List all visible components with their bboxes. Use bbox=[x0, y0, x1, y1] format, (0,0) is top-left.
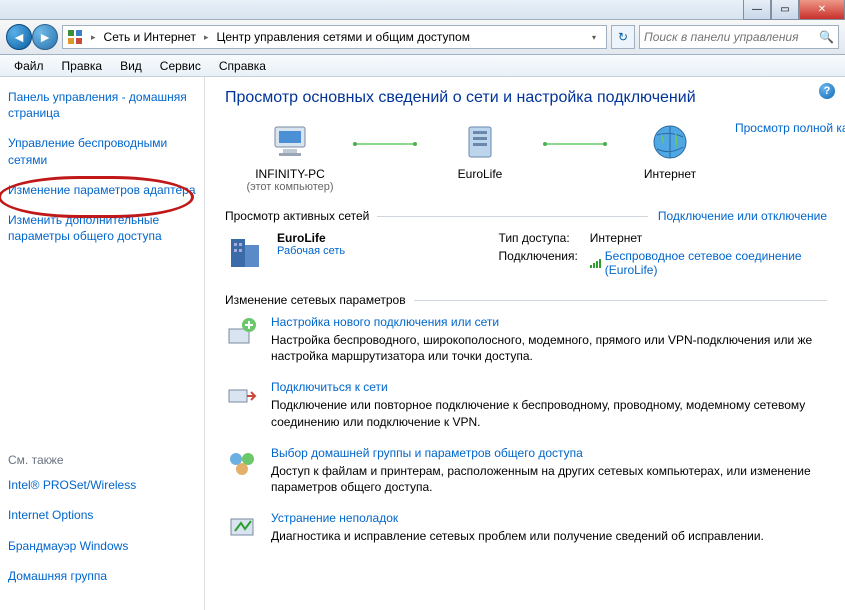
see-also-intel[interactable]: Intel® PROSet/Wireless bbox=[8, 477, 196, 493]
task-desc: Диагностика и исправление сетевых пробле… bbox=[271, 528, 764, 544]
content-area: Панель управления - домашняя страница Уп… bbox=[0, 77, 845, 610]
section-label: Просмотр активных сетей bbox=[225, 209, 369, 223]
globe-icon bbox=[649, 121, 691, 163]
task-link[interactable]: Выбор домашней группы и параметров общег… bbox=[271, 446, 583, 460]
task-desc: Настройка беспроводного, широкополосного… bbox=[271, 332, 827, 364]
sidebar-link-wireless[interactable]: Управление беспроводными сетями bbox=[8, 135, 196, 167]
task-desc: Доступ к файлам и принтерам, расположенн… bbox=[271, 463, 827, 495]
task-new-connection: Настройка нового подключения или сети На… bbox=[225, 315, 827, 364]
address-bar[interactable]: ▸ Сеть и Интернет ▸ Центр управления сет… bbox=[62, 25, 607, 49]
active-networks-header: Просмотр активных сетей Подключение или … bbox=[225, 209, 827, 223]
back-button[interactable]: ◄ bbox=[6, 24, 32, 50]
network-map: INFINITY-PC (этот компьютер) EuroLife Ин… bbox=[225, 121, 827, 193]
task-link[interactable]: Подключиться к сети bbox=[271, 380, 388, 394]
see-also-firewall[interactable]: Брандмауэр Windows bbox=[8, 538, 196, 554]
breadcrumb-sep-icon: ▸ bbox=[202, 32, 211, 43]
node-sublabel: (этот компьютер) bbox=[225, 181, 355, 193]
troubleshoot-icon bbox=[225, 511, 259, 545]
connection-line-icon bbox=[355, 143, 415, 145]
search-icon[interactable]: 🔍 bbox=[819, 30, 834, 44]
minimize-button[interactable]: — bbox=[743, 0, 771, 20]
network-type-link[interactable]: Рабочая сеть bbox=[277, 245, 345, 257]
menu-view[interactable]: Вид bbox=[112, 57, 150, 75]
see-also-internet-options[interactable]: Internet Options bbox=[8, 507, 196, 523]
menu-file[interactable]: Файл bbox=[6, 57, 52, 75]
node-this-pc: INFINITY-PC (этот компьютер) bbox=[225, 121, 355, 193]
breadcrumb-sep-icon: ▸ bbox=[89, 32, 98, 43]
connection-link-text: Беспроводное сетевое соединение (EuroLif… bbox=[605, 249, 827, 277]
address-dropdown-icon[interactable]: ▾ bbox=[586, 33, 602, 42]
forward-button[interactable]: ► bbox=[32, 24, 58, 50]
section-label: Изменение сетевых параметров bbox=[225, 293, 406, 307]
homegroup-icon bbox=[225, 446, 259, 480]
search-box[interactable]: 🔍 bbox=[639, 25, 839, 49]
connection-link[interactable]: Беспроводное сетевое соединение (EuroLif… bbox=[590, 249, 827, 277]
maximize-button[interactable]: ▭ bbox=[771, 0, 799, 20]
sidebar-link-adapter-settings[interactable]: Изменение параметров адаптера bbox=[8, 182, 196, 198]
sidebar: Панель управления - домашняя страница Уп… bbox=[0, 77, 205, 610]
task-link[interactable]: Настройка нового подключения или сети bbox=[271, 315, 499, 329]
search-input[interactable] bbox=[644, 30, 819, 44]
node-internet: Интернет bbox=[605, 121, 735, 181]
node-label: Интернет bbox=[605, 167, 735, 181]
node-label: INFINITY-PC bbox=[225, 167, 355, 181]
task-desc: Подключение или повторное подключение к … bbox=[271, 397, 827, 429]
close-button[interactable]: ✕ bbox=[799, 0, 845, 20]
detail-key: Подключения: bbox=[499, 249, 578, 277]
server-icon bbox=[459, 121, 501, 163]
connection-line-icon bbox=[545, 143, 605, 145]
page-title: Просмотр основных сведений о сети и наст… bbox=[225, 89, 827, 107]
refresh-button[interactable]: ↻ bbox=[611, 25, 635, 49]
menu-bar: Файл Правка Вид Сервис Справка bbox=[0, 55, 845, 77]
see-also-label: См. также bbox=[8, 453, 196, 467]
network-building-icon bbox=[225, 231, 267, 273]
network-name: EuroLife bbox=[277, 231, 345, 245]
view-full-map-link[interactable]: Просмотр полной карты bbox=[735, 121, 845, 135]
see-also-homegroup[interactable]: Домашняя группа bbox=[8, 568, 196, 584]
computer-icon bbox=[269, 121, 311, 163]
task-link[interactable]: Устранение неполадок bbox=[271, 511, 398, 525]
window-buttons: — ▭ ✕ bbox=[743, 0, 845, 19]
change-settings-header: Изменение сетевых параметров bbox=[225, 293, 827, 307]
menu-edit[interactable]: Правка bbox=[54, 57, 111, 75]
main-panel: ? Просмотр основных сведений о сети и на… bbox=[205, 77, 845, 610]
menu-help[interactable]: Справка bbox=[211, 57, 274, 75]
window-titlebar: — ▭ ✕ bbox=[0, 0, 845, 20]
breadcrumb-item[interactable]: Сеть и Интернет bbox=[104, 30, 196, 44]
menu-service[interactable]: Сервис bbox=[152, 57, 209, 75]
breadcrumb-item[interactable]: Центр управления сетями и общим доступом bbox=[216, 30, 470, 44]
node-network: EuroLife bbox=[415, 121, 545, 181]
active-network-row: EuroLife Рабочая сеть Тип доступа: Интер… bbox=[225, 231, 827, 277]
detail-key: Тип доступа: bbox=[499, 231, 578, 245]
task-troubleshoot: Устранение неполадок Диагностика и испра… bbox=[225, 511, 827, 545]
connect-disconnect-link[interactable]: Подключение или отключение bbox=[658, 209, 827, 223]
help-icon[interactable]: ? bbox=[819, 83, 835, 99]
sidebar-link-home[interactable]: Панель управления - домашняя страница bbox=[8, 89, 196, 121]
navigation-bar: ◄ ► ▸ Сеть и Интернет ▸ Центр управления… bbox=[0, 20, 845, 55]
new-connection-icon bbox=[225, 315, 259, 349]
node-label: EuroLife bbox=[415, 167, 545, 181]
signal-icon bbox=[590, 258, 601, 268]
task-connect-network: Подключиться к сети Подключение или повт… bbox=[225, 380, 827, 429]
task-homegroup: Выбор домашней группы и параметров общег… bbox=[225, 446, 827, 495]
control-panel-icon bbox=[67, 29, 83, 45]
sidebar-link-sharing[interactable]: Изменить дополнительные параметры общего… bbox=[8, 212, 196, 244]
nav-arrows: ◄ ► bbox=[6, 24, 58, 50]
detail-value: Интернет bbox=[590, 231, 827, 245]
connect-network-icon bbox=[225, 380, 259, 414]
network-details: Тип доступа: Интернет Подключения: Беспр… bbox=[499, 231, 827, 277]
